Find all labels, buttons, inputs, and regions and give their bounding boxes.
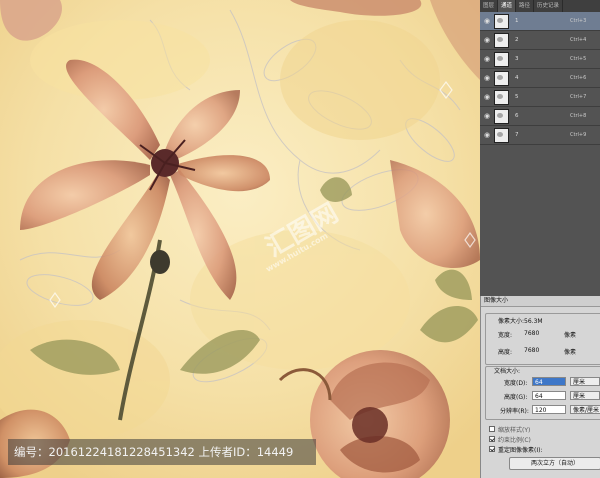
document-size-group: 文档大小: 宽度(D): 64 厘米 高度(G): 64 厘米 分辨率(R): …: [485, 366, 600, 420]
channel-row[interactable]: ◉ 1 Ctrl+3: [480, 12, 600, 31]
scale-styles-label: 缩放样式(Y): [498, 427, 531, 434]
channel-name: 5: [515, 94, 519, 100]
resample-checkbox[interactable]: [489, 446, 495, 452]
pixel-dimensions-group: 像素大小:56.3M 宽度: 7680 像素 高度: 7680 像素: [485, 313, 600, 365]
constrain-proportions-checkbox[interactable]: [489, 436, 495, 442]
height-label: 高度:: [498, 349, 513, 356]
channel-shortcut: Ctrl+5: [570, 56, 587, 62]
resolution-label: 分辨率(R):: [500, 408, 529, 415]
resolution-input[interactable]: 120: [532, 405, 566, 414]
doc-width-input[interactable]: 64: [532, 377, 566, 386]
channel-name: 4: [515, 75, 519, 81]
width-value: 7680: [524, 330, 540, 337]
channel-name: 6: [515, 113, 519, 119]
floral-artwork: [0, 0, 480, 478]
channel-row[interactable]: ◉ 2 Ctrl+4: [480, 31, 600, 50]
eye-icon[interactable]: ◉: [480, 17, 494, 25]
channel-shortcut: Ctrl+4: [570, 37, 587, 43]
eye-icon[interactable]: ◉: [480, 55, 494, 63]
channel-row[interactable]: ◉ 7 Ctrl+9: [480, 126, 600, 145]
channel-list: ◉ 1 Ctrl+3 ◉ 2 Ctrl+4 ◉ 3 Ctrl+5 ◉ 4 Ctr…: [480, 12, 600, 145]
channel-thumbnail: [494, 89, 509, 105]
resolution-unit-select[interactable]: 像素/厘米: [570, 405, 600, 414]
watermark-id-bar: 编号：20161224181228451342 上传者ID：14449: [8, 439, 316, 465]
channel-shortcut: Ctrl+8: [570, 113, 587, 119]
height-value: 7680: [524, 347, 540, 354]
eye-icon[interactable]: ◉: [480, 93, 494, 101]
channel-shortcut: Ctrl+7: [570, 94, 587, 100]
doc-height-input[interactable]: 64: [532, 391, 566, 400]
channel-thumbnail: [494, 13, 509, 29]
channel-name: 1: [515, 18, 519, 24]
channel-shortcut: Ctrl+9: [570, 132, 587, 138]
channel-thumbnail: [494, 32, 509, 48]
panel-tabs: 图层 通道 路径 历史记录: [480, 0, 600, 12]
doc-height-unit-select[interactable]: 厘米: [570, 391, 600, 400]
dialog-title: 图像大小: [481, 296, 600, 307]
image-size-dialog: 图像大小 像素大小:56.3M 宽度: 7680 像素 高度: 7680 像素 …: [480, 296, 600, 478]
resample-method-select[interactable]: 两次立方（自动）: [509, 457, 600, 470]
channel-thumbnail: [494, 108, 509, 124]
watermark-id-text: 编号：20161224181228451342 上传者ID：14449: [14, 445, 294, 459]
eye-icon[interactable]: ◉: [480, 112, 494, 120]
eye-icon[interactable]: ◉: [480, 131, 494, 139]
channel-shortcut: Ctrl+6: [570, 75, 587, 81]
doc-width-label: 宽度(D):: [504, 380, 528, 387]
height-unit: 像素: [564, 349, 577, 356]
channel-name: 2: [515, 37, 519, 43]
channel-thumbnail: [494, 70, 509, 86]
channel-row[interactable]: ◉ 5 Ctrl+7: [480, 88, 600, 107]
channel-thumbnail: [494, 127, 509, 143]
width-label: 宽度:: [498, 332, 513, 339]
tab-layers[interactable]: 图层: [480, 0, 499, 12]
constrain-proportions-label: 约束比例(C): [498, 437, 531, 444]
image-canvas[interactable]: 汇图网 www.huitu.com 编号：2016122418122845134…: [0, 0, 480, 478]
channel-shortcut: Ctrl+3: [570, 18, 587, 24]
channel-thumbnail: [494, 51, 509, 67]
channel-row[interactable]: ◉ 6 Ctrl+8: [480, 107, 600, 126]
channels-panel: 图层 通道 路径 历史记录 ◉ 1 Ctrl+3 ◉ 2 Ctrl+4 ◉ 3 …: [480, 0, 600, 296]
channel-name: 3: [515, 56, 519, 62]
eye-icon[interactable]: ◉: [480, 74, 494, 82]
width-unit: 像素: [564, 332, 577, 339]
scale-styles-checkbox[interactable]: [489, 426, 495, 432]
doc-height-label: 高度(G):: [504, 394, 528, 401]
channel-row[interactable]: ◉ 3 Ctrl+5: [480, 50, 600, 69]
tab-history[interactable]: 历史记录: [534, 0, 564, 12]
tab-channels[interactable]: 通道: [498, 0, 517, 12]
channel-name: 7: [515, 132, 519, 138]
doc-size-label: 文档大小:: [494, 368, 521, 375]
doc-width-unit-select[interactable]: 厘米: [570, 377, 600, 386]
resample-label: 重定图像像素(I):: [498, 447, 543, 454]
eye-icon[interactable]: ◉: [480, 36, 494, 44]
channel-row[interactable]: ◉ 4 Ctrl+6: [480, 69, 600, 88]
pixel-size-label: 像素大小:56.3M: [498, 318, 543, 325]
tab-paths[interactable]: 路径: [516, 0, 535, 12]
